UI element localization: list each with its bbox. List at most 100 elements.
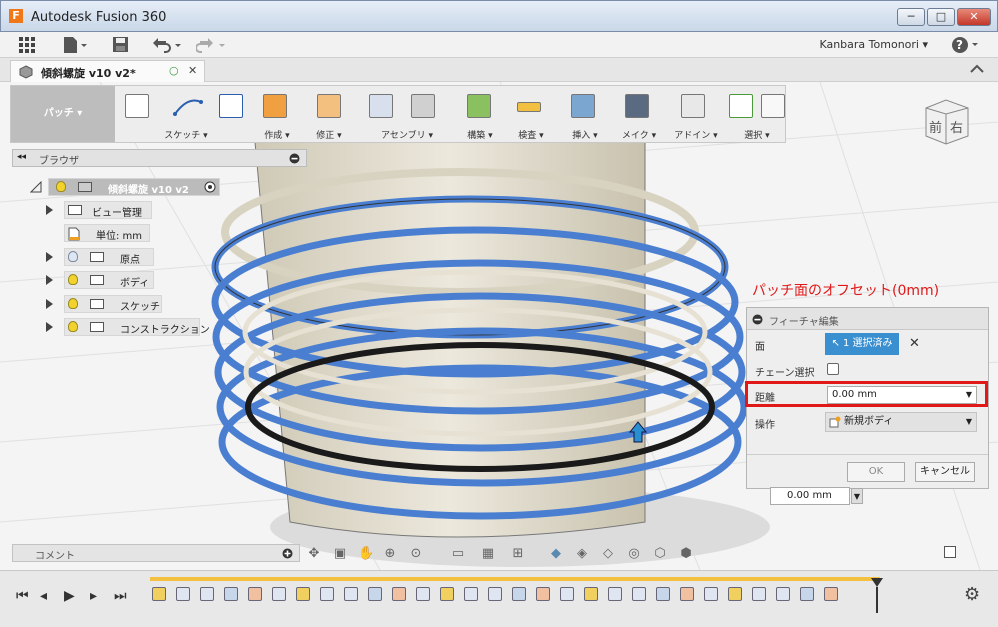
timeline-feature-icon[interactable] — [176, 587, 190, 601]
save-icon[interactable] — [112, 36, 130, 54]
timeline-feature-icon[interactable] — [368, 587, 382, 601]
operation-select[interactable]: 新規ボディ ▼ — [825, 412, 977, 432]
timeline-feature-icon[interactable] — [488, 587, 502, 601]
select-cursor-icon[interactable] — [761, 94, 785, 118]
play-icon[interactable]: ▶ — [64, 588, 75, 604]
document-tab[interactable]: 傾斜螺旋 v10 v2* ○ ✕ — [10, 60, 205, 82]
offset-plane-icon[interactable] — [467, 94, 491, 118]
cancel-button[interactable]: キャンセル — [915, 462, 975, 482]
make-group[interactable]: メイク ▾ — [613, 86, 665, 144]
dropdown-arrow-icon[interactable]: ▼ — [966, 413, 972, 431]
select-group[interactable]: 選択 ▾ — [727, 86, 787, 144]
zoom-icon[interactable]: ⊕ — [382, 546, 398, 562]
construct-menu-label[interactable]: 構築 ▾ — [457, 128, 503, 141]
browser-node-sketches[interactable]: スケッチ — [46, 295, 166, 313]
visibility-bulb-off-icon[interactable] — [68, 251, 78, 262]
look-at-icon[interactable]: ▣ — [332, 546, 348, 562]
inspect-group[interactable]: 検査 ▾ — [505, 86, 557, 144]
grid-settings-icon[interactable]: ▦ — [480, 546, 496, 562]
timeline-feature-icon[interactable] — [248, 587, 262, 601]
visual-style-wire-hidden-icon[interactable]: ⬡ — [652, 546, 668, 562]
step-back-icon[interactable]: ◂ — [40, 588, 47, 604]
browser-node-origin[interactable]: 原点 — [46, 248, 156, 266]
browser-minimize-icon[interactable] — [289, 153, 300, 164]
inline-distance-input[interactable]: 0.00 mm ▼ — [770, 487, 863, 505]
collapse-chevron-icon[interactable] — [970, 64, 984, 74]
browser-node-named-views[interactable]: ビュー管理 — [46, 201, 156, 219]
timeline-feature-icon[interactable] — [296, 587, 310, 601]
timeline-feature-icon[interactable] — [824, 587, 838, 601]
delete-icon[interactable] — [944, 546, 956, 558]
new-component-icon[interactable] — [369, 94, 393, 118]
browser-root-node[interactable]: 傾斜螺旋 v10 v2 — [30, 178, 220, 196]
spline-icon[interactable] — [173, 96, 203, 118]
timeline-feature-icon[interactable] — [200, 587, 214, 601]
timeline-feature-icon[interactable] — [512, 587, 526, 601]
insert-menu-label[interactable]: 挿入 ▾ — [559, 128, 611, 141]
timeline-feature-icon[interactable] — [272, 587, 286, 601]
visual-style-shaded-icon[interactable]: ◆ — [548, 546, 564, 562]
fit-view-icon[interactable]: ⊙ — [408, 546, 424, 562]
browser-node-bodies[interactable]: ボディ — [46, 271, 156, 289]
timeline-feature-icon[interactable] — [584, 587, 598, 601]
insert-image-icon[interactable] — [571, 94, 595, 118]
face-selection-button[interactable]: ↖ 1 選択済み — [825, 333, 899, 355]
assemble-menu-label[interactable]: アセンブリ ▾ — [359, 128, 455, 141]
timeline-feature-icon[interactable] — [344, 587, 358, 601]
visibility-bulb-icon[interactable] — [68, 321, 78, 332]
file-menu-icon[interactable] — [62, 36, 88, 54]
add-comment-icon[interactable] — [282, 548, 293, 559]
timeline-feature-icon[interactable] — [704, 587, 718, 601]
rectangle-icon[interactable] — [219, 94, 243, 118]
visual-style-edges-icon[interactable]: ◈ — [574, 546, 590, 562]
sketch-group[interactable]: スケッチ ▾ — [121, 86, 251, 144]
collapsed-triangle-icon[interactable] — [46, 205, 53, 215]
comments-bar[interactable]: コメント — [12, 544, 300, 562]
visibility-bulb-icon[interactable] — [68, 274, 78, 285]
timeline-feature-icon[interactable] — [632, 587, 646, 601]
orbit-icon[interactable]: ✥ — [306, 546, 322, 562]
window-select-icon[interactable] — [729, 94, 753, 118]
display-settings-icon[interactable]: ▭ — [450, 546, 466, 562]
timeline-feature-icon[interactable] — [656, 587, 670, 601]
create-sketch-icon[interactable] — [125, 94, 149, 118]
sketch-menu-label[interactable]: スケッチ ▾ — [121, 128, 251, 141]
clear-selection-icon[interactable]: ✕ — [909, 336, 920, 351]
chain-selection-checkbox[interactable] — [827, 363, 839, 375]
timeline-feature-icon[interactable] — [464, 587, 478, 601]
measure-icon[interactable] — [517, 102, 541, 112]
visibility-bulb-icon[interactable] — [56, 181, 66, 192]
timeline-feature-icon[interactable] — [320, 587, 334, 601]
visibility-bulb-icon[interactable] — [68, 298, 78, 309]
timeline-feature-icon[interactable] — [536, 587, 550, 601]
modify-group[interactable]: 修正 ▾ — [301, 86, 357, 144]
viewcube-right-face[interactable]: 右 — [950, 121, 963, 136]
addins-group[interactable]: アドイン ▾ — [667, 86, 725, 144]
timeline-track[interactable] — [150, 577, 880, 581]
minimize-button[interactable]: ─ — [897, 8, 925, 26]
go-to-start-icon[interactable]: ⏮ — [16, 588, 29, 604]
pan-hand-icon[interactable]: ✋ — [358, 546, 374, 562]
expanded-triangle-icon[interactable] — [30, 181, 42, 193]
redo-icon[interactable] — [195, 36, 226, 54]
viewports-icon[interactable]: ⊞ — [510, 546, 526, 562]
undo-icon[interactable] — [152, 36, 182, 54]
collapsed-triangle-icon[interactable] — [46, 322, 53, 332]
timeline-feature-icon[interactable] — [680, 587, 694, 601]
timeline-feature-icon[interactable] — [800, 587, 814, 601]
browser-collapse-icon[interactable]: ◂◂ — [17, 152, 26, 162]
collapsed-triangle-icon[interactable] — [46, 252, 53, 262]
data-panel-grid-icon[interactable] — [18, 36, 36, 54]
timeline-marker[interactable] — [870, 577, 884, 613]
timeline-feature-icon[interactable] — [728, 587, 742, 601]
select-menu-label[interactable]: 選択 ▾ — [727, 128, 787, 141]
construct-group[interactable]: 構築 ▾ — [457, 86, 503, 144]
browser-node-construction[interactable]: コンストラクション — [46, 318, 210, 336]
inspect-menu-label[interactable]: 検査 ▾ — [505, 128, 557, 141]
viewcube-front-face[interactable]: 前 — [929, 120, 942, 136]
collapsed-triangle-icon[interactable] — [46, 275, 53, 285]
user-account-menu[interactable]: Kanbara Tomonori ▾ — [819, 38, 928, 51]
assemble-group[interactable]: アセンブリ ▾ — [359, 86, 455, 144]
timeline-feature-icon[interactable] — [416, 587, 430, 601]
visual-style-wire-visible-icon[interactable]: ⬢ — [678, 546, 694, 562]
